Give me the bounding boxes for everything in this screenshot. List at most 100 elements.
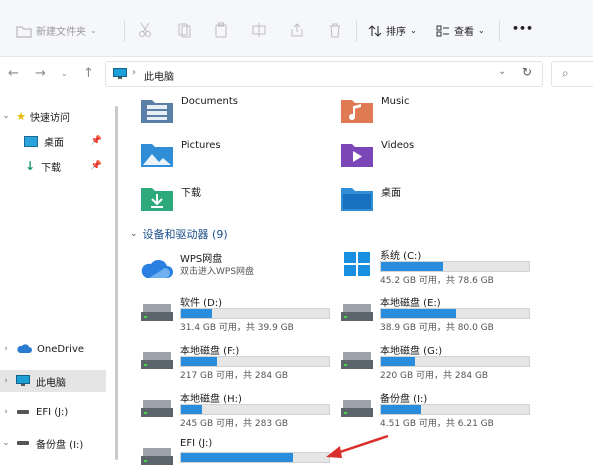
recent-locations-icon[interactable]: ⌄ (61, 69, 68, 78)
refresh-icon[interactable]: ↻ (522, 65, 532, 79)
group-title: 设备和驱动器 (9) (142, 228, 228, 241)
documents-folder-icon (141, 100, 173, 123)
hard-drive-icon (141, 448, 173, 465)
paste-button[interactable] (214, 22, 228, 38)
address-bar[interactable]: › 此电脑 ⌄ ↻ (105, 61, 543, 87)
chevron-down-icon: ⌄ (2, 111, 10, 121)
drive-free-space: 4.51 GB 可用，共 6.21 GB (380, 419, 494, 429)
drive-j[interactable]: EFI (J:) (140, 438, 340, 474)
back-arrow-icon[interactable]: ← (8, 66, 19, 81)
chevron-down-icon[interactable]: ⌄ (498, 66, 506, 77)
more-icon: ••• (512, 22, 534, 35)
usage-bar (180, 452, 330, 463)
sidebar-item-desktop[interactable]: 桌面 📌 (0, 130, 106, 152)
up-arrow-icon[interactable]: ↑ (83, 66, 94, 81)
sidebar-item-label: 此电脑 (36, 377, 66, 389)
usage-bar (180, 356, 330, 367)
view-button[interactable]: 查看 ⌄ (436, 23, 485, 38)
folder-music[interactable]: Music (340, 96, 409, 124)
chevron-down-icon: ⌄ (410, 26, 417, 35)
drive-name: 系统 (C:) (380, 251, 422, 262)
drive-icon (17, 441, 29, 445)
drive-e[interactable]: 本地磁盘 (E:) 38.9 GB 可用，共 80.0 GB (340, 294, 540, 333)
folder-label: 桌面 (381, 188, 401, 199)
wps-cloud-drive[interactable]: WPS网盘 双击进入WPS网盘 (140, 250, 340, 286)
drive-i[interactable]: 备份盘 (I:) 4.51 GB 可用，共 6.21 GB (340, 390, 540, 429)
devices-and-drives-header[interactable]: ⌄ 设备和驱动器 (9) (130, 226, 228, 242)
usage-bar (380, 308, 530, 319)
more-options-button[interactable]: ••• (512, 22, 533, 35)
sidebar-item-label: 下载 (41, 162, 62, 174)
drive-c[interactable]: 系统 (C:) 45.2 GB 可用，共 78.6 GB (340, 247, 540, 286)
desktop-folder-icon (341, 188, 373, 211)
sidebar-item-quick-access[interactable]: ⌄ ★ 快速访问 (0, 105, 106, 127)
sidebar-item-this-pc[interactable]: › 此电脑 (0, 370, 106, 392)
monitor-icon (16, 375, 30, 386)
drive-h[interactable]: 本地磁盘 (H:) 245 GB 可用，共 283 GB (140, 390, 340, 429)
forward-arrow-icon[interactable]: → (35, 66, 46, 81)
rename-button[interactable] (252, 22, 266, 38)
usage-bar (180, 404, 330, 415)
sidebar-item-label: 快速访问 (30, 112, 70, 124)
folder-desktop[interactable]: 桌面 (340, 184, 401, 212)
folder-label: Documents (181, 96, 239, 107)
usage-fill (381, 309, 457, 318)
usage-bar (380, 356, 530, 367)
hard-drive-icon (141, 304, 173, 321)
breadcrumb-location[interactable]: 此电脑 (144, 68, 174, 83)
rename-icon (252, 23, 266, 37)
view-label: 查看 (454, 27, 474, 38)
drive-f[interactable]: 本地磁盘 (F:) 217 GB 可用，共 284 GB (140, 342, 340, 381)
folder-videos[interactable]: Videos (340, 140, 414, 168)
chevron-right-icon: › (4, 407, 8, 417)
hard-drive-icon (341, 352, 373, 369)
download-icon: ↓ (25, 159, 36, 173)
sidebar-scrollbar[interactable] (115, 106, 118, 460)
copy-button[interactable] (177, 22, 191, 38)
downloads-folder-icon (141, 188, 173, 211)
pin-icon: 📌 (90, 136, 102, 146)
sidebar-item-label: EFI (J:) (36, 406, 69, 418)
toolbar-divider (499, 20, 500, 42)
search-box[interactable]: ⌕ (551, 61, 593, 87)
chevron-right-icon: › (4, 376, 8, 386)
sort-button[interactable]: 排序 ⌄ (368, 23, 417, 38)
sidebar-item-onedrive[interactable]: › OneDrive (0, 338, 106, 360)
cut-button[interactable] (138, 22, 152, 38)
share-button[interactable] (290, 22, 304, 38)
search-icon: ⌕ (562, 66, 569, 80)
folder-downloads[interactable]: 下载 (140, 184, 201, 212)
folder-label: Music (381, 96, 410, 107)
delete-button[interactable] (328, 22, 342, 38)
usage-fill (381, 405, 421, 414)
usage-fill (181, 405, 202, 414)
star-icon: ★ (16, 109, 26, 123)
drive-free-space: 217 GB 可用，共 284 GB (180, 371, 289, 381)
sidebar-item-backup-i[interactable]: ⌄ 备份盘 (I:) (0, 432, 106, 454)
annotation-arrow (326, 434, 389, 458)
view-icon (436, 25, 449, 36)
drive-free-space: 31.4 GB 可用，共 39.9 GB (180, 323, 294, 333)
folder-pictures[interactable]: Pictures (140, 140, 221, 168)
drive-g[interactable]: 本地磁盘 (G:) 220 GB 可用，共 284 GB (340, 342, 540, 381)
folder-documents[interactable]: Documents (140, 96, 238, 124)
usage-fill (381, 357, 416, 366)
sidebar-item-label: 桌面 (44, 137, 64, 149)
usage-fill (181, 453, 294, 462)
sidebar-item-downloads[interactable]: ↓ 下载 📌 (0, 155, 106, 177)
breadcrumb-separator-icon: › (132, 67, 136, 78)
drive-name: 备份盘 (I:) (380, 394, 428, 405)
monitor-icon (113, 68, 127, 79)
chevron-down-icon: ⌄ (2, 438, 10, 448)
drive-d[interactable]: 软件 (D:) 31.4 GB 可用，共 39.9 GB (140, 294, 340, 333)
new-folder-icon (16, 25, 32, 38)
drive-free-space: 220 GB 可用，共 284 GB (380, 371, 489, 381)
drive-name: 本地磁盘 (F:) (180, 346, 240, 357)
folder-label: Videos (381, 140, 415, 151)
content-pane: Documents Music Pictures Videos 下载 桌面 ⌄ … (120, 92, 593, 465)
sidebar-item-efi-j[interactable]: › EFI (J:) (0, 401, 106, 423)
command-bar: 新建文件夹 ⌄ 排序 ⌄ 查看 ⌄ ••• (0, 0, 593, 57)
new-folder-button[interactable]: 新建文件夹 ⌄ (16, 23, 97, 38)
hard-drive-icon (341, 400, 373, 417)
cloud-icon (141, 259, 173, 278)
